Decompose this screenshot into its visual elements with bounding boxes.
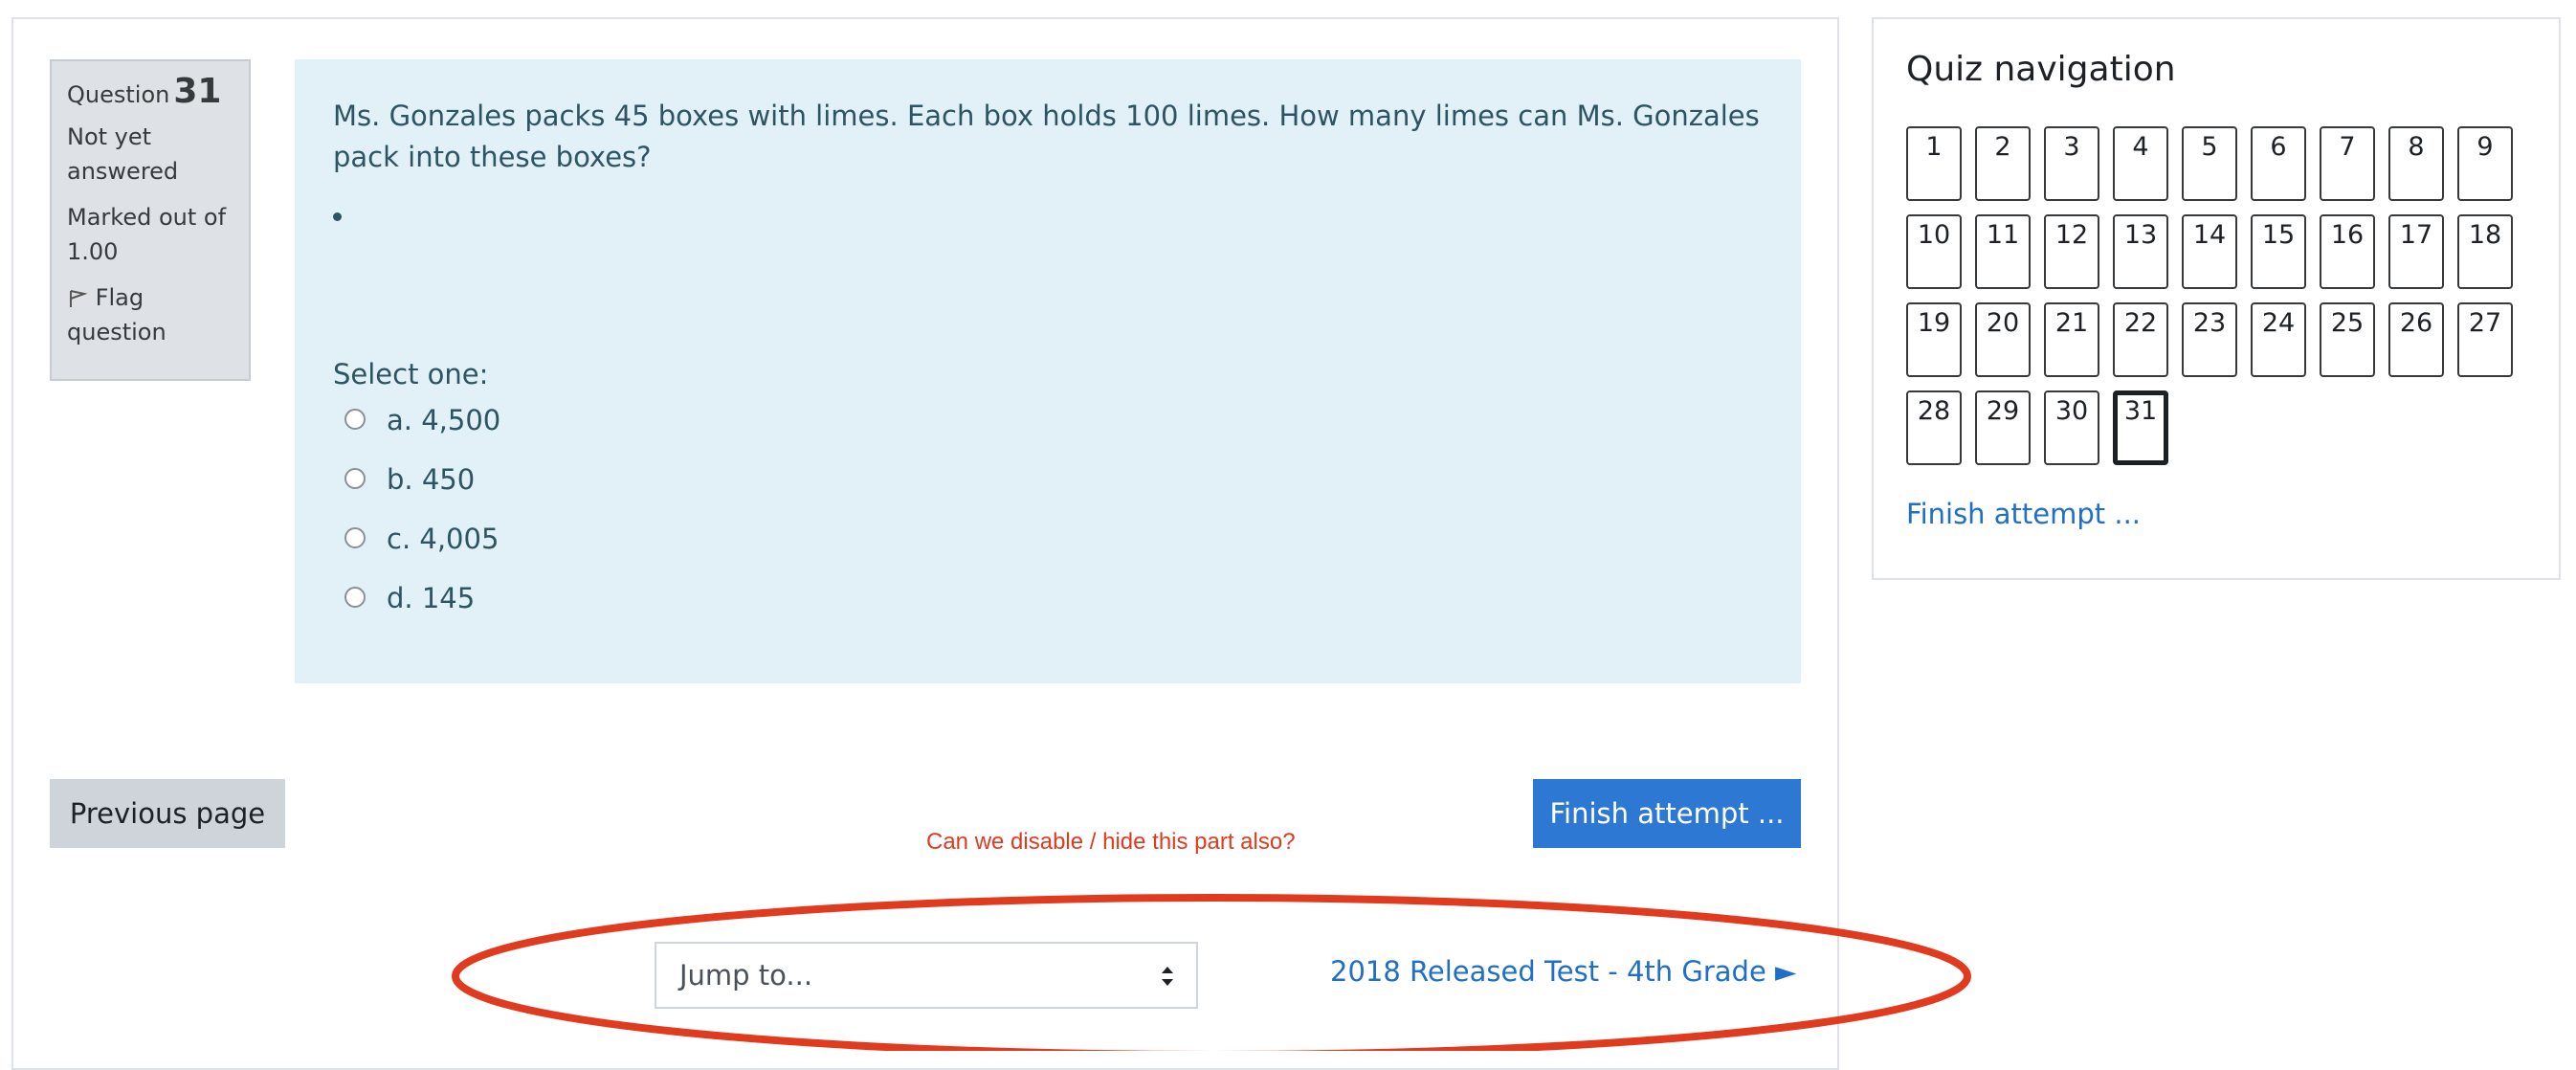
quiz-nav-button-6[interactable]: 6 xyxy=(2251,126,2306,201)
quiz-nav-button-30[interactable]: 30 xyxy=(2044,390,2099,465)
answer-label: c. 4,005 xyxy=(387,523,500,555)
answer-option-d[interactable]: d. 145 xyxy=(344,582,500,641)
radio-button[interactable] xyxy=(344,527,366,548)
quiz-nav-button-16[interactable]: 16 xyxy=(2320,214,2375,289)
quiz-nav-button-19[interactable]: 19 xyxy=(1906,302,1962,377)
question-number: Question 31 xyxy=(67,75,233,112)
previous-page-button[interactable]: Previous page xyxy=(50,779,285,848)
quiz-nav-button-23[interactable]: 23 xyxy=(2182,302,2237,377)
quiz-nav-button-20[interactable]: 20 xyxy=(1975,302,2031,377)
quiz-nav-button-27[interactable]: 27 xyxy=(2457,302,2513,377)
answer-option-b[interactable]: b. 450 xyxy=(344,463,500,523)
question-label: Question xyxy=(67,81,170,108)
quiz-nav-button-15[interactable]: 15 xyxy=(2251,214,2306,289)
question-info: Question 31 Not yet answered Marked out o… xyxy=(50,59,251,381)
flag-question-button[interactable]: Flag question xyxy=(67,280,233,349)
next-activity-link[interactable]: 2018 Released Test - 4th Grade ► xyxy=(1330,955,1796,988)
quiz-nav-button-21[interactable]: 21 xyxy=(2044,302,2099,377)
answer-label: a. 4,500 xyxy=(387,404,501,436)
quiz-nav-button-5[interactable]: 5 xyxy=(2182,126,2237,201)
question-state: Not yet answered xyxy=(67,123,179,185)
quiz-nav-button-4[interactable]: 4 xyxy=(2113,126,2168,201)
quiz-nav-button-28[interactable]: 28 xyxy=(1906,390,1962,465)
radio-button[interactable] xyxy=(344,409,366,430)
quiz-nav-button-24[interactable]: 24 xyxy=(2251,302,2306,377)
quiz-nav-button-13[interactable]: 13 xyxy=(2113,214,2168,289)
flag-icon xyxy=(70,290,88,307)
quiz-nav-button-14[interactable]: 14 xyxy=(2182,214,2237,289)
quiz-nav-button-17[interactable]: 17 xyxy=(2388,214,2444,289)
answer-option-a[interactable]: a. 4,500 xyxy=(344,404,500,463)
bullet-dot xyxy=(333,212,342,221)
quiz-nav-button-26[interactable]: 26 xyxy=(2388,302,2444,377)
quiz-nav-button-22[interactable]: 22 xyxy=(2113,302,2168,377)
question-text: Ms. Gonzales packs 45 boxes with limes. … xyxy=(333,100,1760,173)
question-content: Ms. Gonzales packs 45 boxes with limes. … xyxy=(295,59,1801,683)
answer-label: d. 145 xyxy=(387,582,476,614)
finish-attempt-button[interactable]: Finish attempt ... xyxy=(1533,779,1801,848)
select-arrows-icon xyxy=(1162,967,1173,986)
quiz-nav-button-11[interactable]: 11 xyxy=(1975,214,2031,289)
quiz-nav-button-29[interactable]: 29 xyxy=(1975,390,2031,465)
quiz-nav-button-31[interactable]: 31 xyxy=(2113,390,2168,465)
radio-button[interactable] xyxy=(344,468,366,489)
quiz-nav-button-25[interactable]: 25 xyxy=(2320,302,2375,377)
jump-to-select[interactable]: Jump to... xyxy=(655,942,1198,1009)
quiz-nav-button-9[interactable]: 9 xyxy=(2457,126,2513,201)
answer-prompt: Select one: xyxy=(333,358,489,390)
answer-option-c[interactable]: c. 4,005 xyxy=(344,523,500,582)
radio-button[interactable] xyxy=(344,587,366,608)
nav-finish-attempt-link[interactable]: Finish attempt ... xyxy=(1906,498,2141,530)
quiz-nav-button-8[interactable]: 8 xyxy=(2388,126,2444,201)
quiz-nav-button-12[interactable]: 12 xyxy=(2044,214,2099,289)
quiz-navigation-panel: Quiz navigation 1 2 3 4 5 6 7 8 9 10 11 12 13 14 15 16 1… xyxy=(1872,17,2561,580)
quiz-nav-button-1[interactable]: 1 xyxy=(1906,126,1962,201)
answer-list: a. 4,500 b. 450 c. 4,005 d. 145 xyxy=(344,404,500,641)
quiz-nav-button-7[interactable]: 7 xyxy=(2320,126,2375,201)
quiz-nav-button-10[interactable]: 10 xyxy=(1906,214,1962,289)
jump-to-label: Jump to... xyxy=(679,959,813,992)
question-number-value: 31 xyxy=(173,72,222,111)
quiz-nav-button-2[interactable]: 2 xyxy=(1975,126,2031,201)
quiz-nav-button-3[interactable]: 3 xyxy=(2044,126,2099,201)
quiz-navigation-title: Quiz navigation xyxy=(1906,50,2176,89)
annotation-note: Can we disable / hide this part also? xyxy=(926,829,1296,855)
answer-label: b. 450 xyxy=(387,463,476,496)
quiz-nav-button-18[interactable]: 18 xyxy=(2457,214,2513,289)
question-grade: Marked out of 1.00 xyxy=(67,204,227,265)
